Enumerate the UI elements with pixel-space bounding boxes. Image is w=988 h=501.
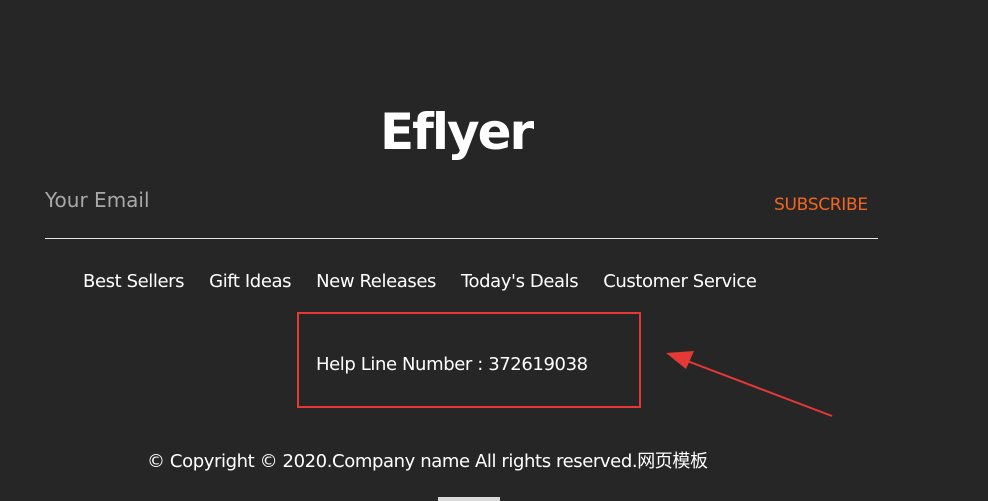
help-line-text: Help Line Number : 372619038	[316, 354, 588, 375]
nav-item-best-sellers[interactable]: Best Sellers	[83, 268, 185, 296]
email-input[interactable]	[45, 183, 645, 217]
nav-item-customer-service[interactable]: Customer Service	[603, 268, 757, 296]
brand-logo[interactable]: Eflyer	[380, 102, 534, 162]
subscribe-button[interactable]: SUBSCRIBE	[774, 193, 868, 217]
email-underline	[45, 238, 878, 239]
nav-item-todays-deals[interactable]: Today's Deals	[461, 268, 579, 296]
annotation-arrow-icon	[666, 351, 833, 417]
footer-section: Eflyer SUBSCRIBE Best Sellers Gift Ideas…	[0, 0, 988, 501]
footer-nav: Best Sellers Gift Ideas New Releases Tod…	[83, 268, 757, 296]
nav-item-new-releases[interactable]: New Releases	[316, 268, 436, 296]
copyright-text: © Copyright © 2020.Company name All righ…	[147, 451, 708, 472]
scroll-indicator	[438, 497, 500, 501]
nav-item-gift-ideas[interactable]: Gift Ideas	[209, 268, 291, 296]
